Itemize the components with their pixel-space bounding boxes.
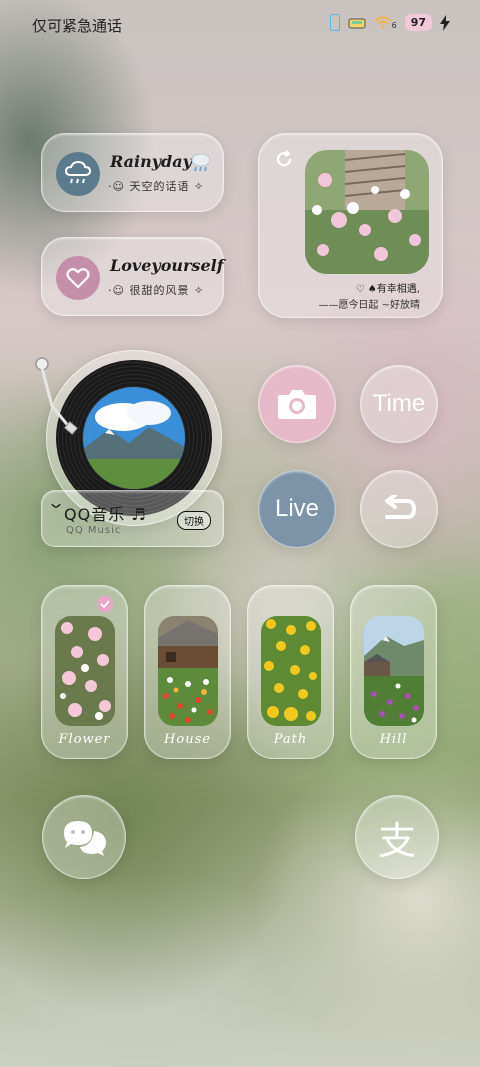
card-house[interactable]: House xyxy=(144,585,231,759)
camera-button[interactable] xyxy=(258,365,336,443)
rain-cloud-emoji-icon xyxy=(191,153,211,172)
house-image xyxy=(158,616,218,726)
flower-image xyxy=(55,616,115,726)
weather-title: Rainyday xyxy=(110,152,192,171)
chat-bubbles-icon xyxy=(64,821,106,856)
photo-widget[interactable]: ♡ ♠有幸相遇, ——愿今日起 ~好放晴 xyxy=(258,133,443,318)
alipay-label: 支 xyxy=(377,818,416,863)
album-art xyxy=(83,387,185,489)
battery-level: 97 xyxy=(404,14,432,31)
status-icons: 6 97 xyxy=(329,14,450,31)
alipay-app[interactable]: 支 xyxy=(355,795,439,879)
weather-widget[interactable]: Rainyday ·☺ 天空的话语 ✧ xyxy=(41,133,224,212)
photo-image xyxy=(305,150,429,274)
heart-icon xyxy=(66,268,90,289)
wifi-indicator: 6 xyxy=(373,16,397,30)
refresh-icon[interactable] xyxy=(275,150,293,168)
tonearm-icon[interactable] xyxy=(34,356,80,438)
love-title: Loveyourself xyxy=(110,256,224,275)
card-path[interactable]: Path xyxy=(247,585,334,759)
wifi-icon xyxy=(373,16,392,29)
sim-card-icon xyxy=(348,18,366,28)
path-image xyxy=(261,616,321,726)
time-button[interactable]: Time xyxy=(360,365,438,443)
card-flower[interactable]: Flower xyxy=(41,585,128,759)
card-label: House xyxy=(164,732,211,747)
back-button[interactable] xyxy=(360,470,438,548)
hill-image xyxy=(364,616,424,726)
screen-mirror-icon xyxy=(329,14,340,31)
card-label: Path xyxy=(273,732,308,747)
smile-icon xyxy=(51,503,61,508)
card-hill[interactable]: Hill xyxy=(350,585,437,759)
music-switch-button[interactable]: 切换 xyxy=(177,511,211,530)
love-widget[interactable]: Loveyourself ·☺ 很甜的风景 ✧ xyxy=(41,237,224,316)
back-arrow-icon xyxy=(385,495,417,519)
card-label: Hill xyxy=(379,732,408,747)
wifi-label: 6 xyxy=(391,20,397,30)
music-subtitle: QQ Music xyxy=(66,525,122,536)
cloud-rain-icon xyxy=(64,161,92,184)
live-button[interactable]: Live xyxy=(258,470,336,548)
heart-icon-circle xyxy=(56,256,100,300)
status-bar: 仅可紧急通话 6 97 xyxy=(0,0,480,48)
live-label: Live xyxy=(274,495,320,522)
carrier-text: 仅可紧急通话 xyxy=(32,17,123,35)
camera-icon xyxy=(278,390,316,419)
card-label: Flower xyxy=(58,732,111,747)
music-bar[interactable]: QQ音乐 ♬ QQ Music 切换 xyxy=(41,490,224,547)
photo-quote-line2: ——愿今日起 ~好放晴 xyxy=(318,300,420,311)
selected-check-icon xyxy=(97,596,113,612)
weather-icon-circle xyxy=(56,152,100,196)
photo-quote-line1: ♡ ♠有幸相遇, xyxy=(355,284,420,295)
weather-subtitle: ·☺ 天空的话语 ✧ xyxy=(108,180,205,193)
music-title: QQ音乐 ♬ xyxy=(64,505,147,524)
love-subtitle: ·☺ 很甜的风景 ✧ xyxy=(108,284,205,297)
charging-icon xyxy=(440,14,450,31)
time-label: Time xyxy=(372,390,426,417)
wechat-app[interactable] xyxy=(42,795,126,879)
